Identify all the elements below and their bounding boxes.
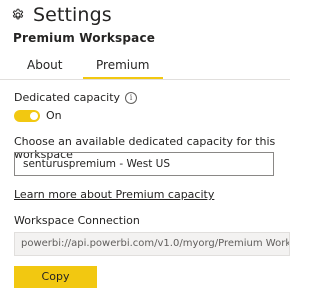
tab-divider <box>0 79 290 80</box>
page-title: Settings <box>33 4 112 26</box>
dedicated-capacity-toggle[interactable] <box>14 109 40 122</box>
tab-about[interactable]: About <box>27 58 62 72</box>
settings-header: Settings <box>11 4 112 26</box>
tab-bar: About Premium <box>13 58 290 80</box>
capacity-select[interactable]: senturuspremium - West US <box>14 152 274 176</box>
dedicated-capacity-row: Dedicated capacity i <box>14 91 138 104</box>
workspace-connection-label: Workspace Connection <box>14 214 140 227</box>
workspace-name: Premium Workspace <box>13 31 156 45</box>
toggle-knob <box>30 111 38 120</box>
learn-more-link[interactable]: Learn more about Premium capacity <box>14 188 214 201</box>
gear-icon <box>12 8 24 20</box>
toggle-state-label: On <box>46 109 62 122</box>
copy-button[interactable]: Copy <box>14 266 97 288</box>
info-icon[interactable]: i <box>125 92 138 104</box>
dedicated-capacity-toggle-row: On <box>14 109 62 122</box>
dedicated-capacity-label: Dedicated capacity <box>14 91 121 104</box>
tab-premium[interactable]: Premium <box>96 58 149 72</box>
workspace-connection-field[interactable]: powerbi://api.powerbi.com/v1.0/myorg/Pre… <box>14 232 290 256</box>
